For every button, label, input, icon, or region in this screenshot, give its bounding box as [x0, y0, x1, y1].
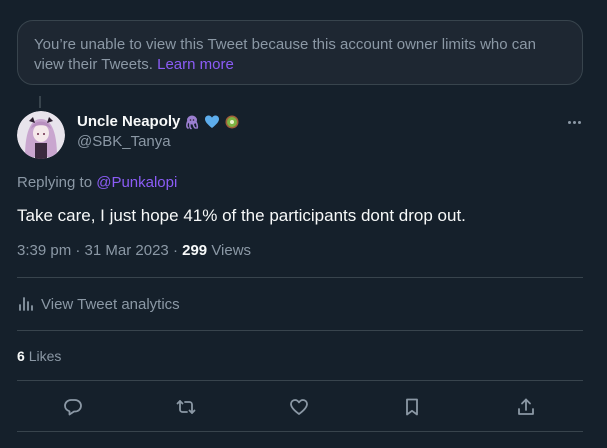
- display-name-text: Uncle Neapoly: [77, 113, 181, 130]
- bookmark-button[interactable]: [401, 396, 423, 418]
- meta-separator: ·: [172, 242, 178, 259]
- user-handle[interactable]: @SBK_Tanya: [77, 133, 171, 151]
- more-options-button[interactable]: [563, 112, 585, 132]
- avatar-image: [17, 111, 65, 159]
- likes-count: 6: [17, 348, 25, 364]
- replying-to-line: Replying to @Punkalopi: [17, 174, 177, 192]
- like-icon: [290, 399, 308, 415]
- views-label: Views: [211, 242, 252, 259]
- octopus-emoji-icon: [186, 115, 199, 130]
- learn-more-link[interactable]: Learn more: [157, 56, 234, 73]
- view-analytics-link[interactable]: View Tweet analytics: [17, 294, 180, 314]
- tweet-text: Take care, I just hope 41% of the partic…: [17, 206, 466, 225]
- views-count: 299: [182, 242, 208, 259]
- kiwi-emoji-icon: [225, 115, 239, 129]
- retweet-icon: [176, 400, 196, 414]
- display-name[interactable]: Uncle Neapoly: [77, 113, 240, 131]
- thread-connector-line: [39, 96, 41, 108]
- tweet-timestamp[interactable]: 3:39 pm · 31 Mar 2023: [17, 242, 169, 259]
- likes-link[interactable]: 6 Likes: [17, 348, 61, 364]
- replying-to-label: Replying to: [17, 174, 93, 191]
- likes-label: Likes: [28, 348, 62, 364]
- share-button[interactable]: [515, 396, 537, 418]
- protected-tweet-notice: You’re unable to view this Tweet because…: [17, 20, 583, 85]
- more-dot: [572, 120, 576, 124]
- retweet-button[interactable]: [175, 396, 197, 418]
- divider: [17, 277, 583, 278]
- divider: [17, 380, 583, 381]
- blue-heart-emoji-icon: [205, 115, 220, 128]
- analytics-label: View Tweet analytics: [41, 295, 180, 313]
- tweet-detail-view: You’re unable to view this Tweet because…: [0, 0, 607, 448]
- like-button[interactable]: [288, 396, 310, 418]
- tweet-meta: 3:39 pm · 31 Mar 2023 · 299 Views: [17, 242, 251, 260]
- notice-text: You’re unable to view this Tweet because…: [34, 36, 536, 73]
- more-dot: [567, 120, 571, 124]
- share-icon: [518, 398, 534, 415]
- bar-chart-icon: [19, 297, 33, 311]
- replying-to-mention[interactable]: @Punkalopi: [96, 174, 177, 191]
- avatar[interactable]: [17, 111, 65, 159]
- divider: [17, 431, 583, 432]
- more-dot: [577, 120, 581, 124]
- divider: [17, 330, 583, 331]
- bookmark-icon: [406, 398, 418, 416]
- reply-button[interactable]: [62, 396, 84, 418]
- reply-icon: [64, 399, 82, 416]
